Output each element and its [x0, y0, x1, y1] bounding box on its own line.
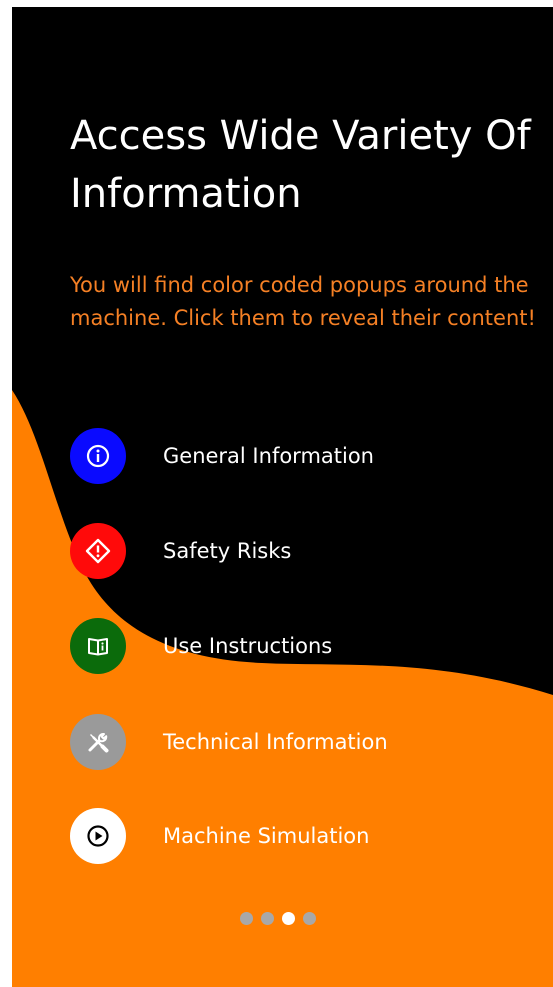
legend-item-technical-information[interactable]: Technical Information — [70, 714, 540, 770]
legend-item-use-instructions[interactable]: Use Instructions — [70, 618, 540, 674]
page-dot-4[interactable] — [303, 912, 316, 925]
book-icon — [88, 638, 108, 656]
legend-label: Use Instructions — [163, 634, 333, 658]
onboarding-screen: Access Wide Variety Of Information You w… — [12, 7, 553, 987]
page-title: Access Wide Variety Of Information — [70, 113, 531, 217]
technical-information-badge — [70, 714, 126, 770]
safety-risks-badge — [70, 523, 126, 579]
info-icon — [86, 444, 110, 468]
legend-label: Safety Risks — [163, 539, 292, 563]
page-subtitle: You will find color coded popups around … — [70, 273, 536, 330]
tools-icon — [88, 732, 109, 753]
play-icon — [87, 825, 109, 847]
use-instructions-badge — [70, 618, 126, 674]
legend-item-general-information[interactable]: General Information — [70, 428, 540, 484]
pagination-dots — [240, 912, 316, 926]
legend-label: General Information — [163, 444, 374, 468]
legend-label: Machine Simulation — [163, 824, 370, 848]
page-dot-1[interactable] — [240, 912, 253, 925]
general-information-badge — [70, 428, 126, 484]
page-dot-3-active[interactable] — [282, 912, 295, 925]
page-dot-2[interactable] — [261, 912, 274, 925]
legend-item-machine-simulation[interactable]: Machine Simulation — [70, 808, 540, 864]
machine-simulation-badge — [70, 808, 126, 864]
legend-item-safety-risks[interactable]: Safety Risks — [70, 523, 540, 579]
warning-diamond-icon — [85, 538, 111, 564]
legend-label: Technical Information — [163, 730, 388, 754]
